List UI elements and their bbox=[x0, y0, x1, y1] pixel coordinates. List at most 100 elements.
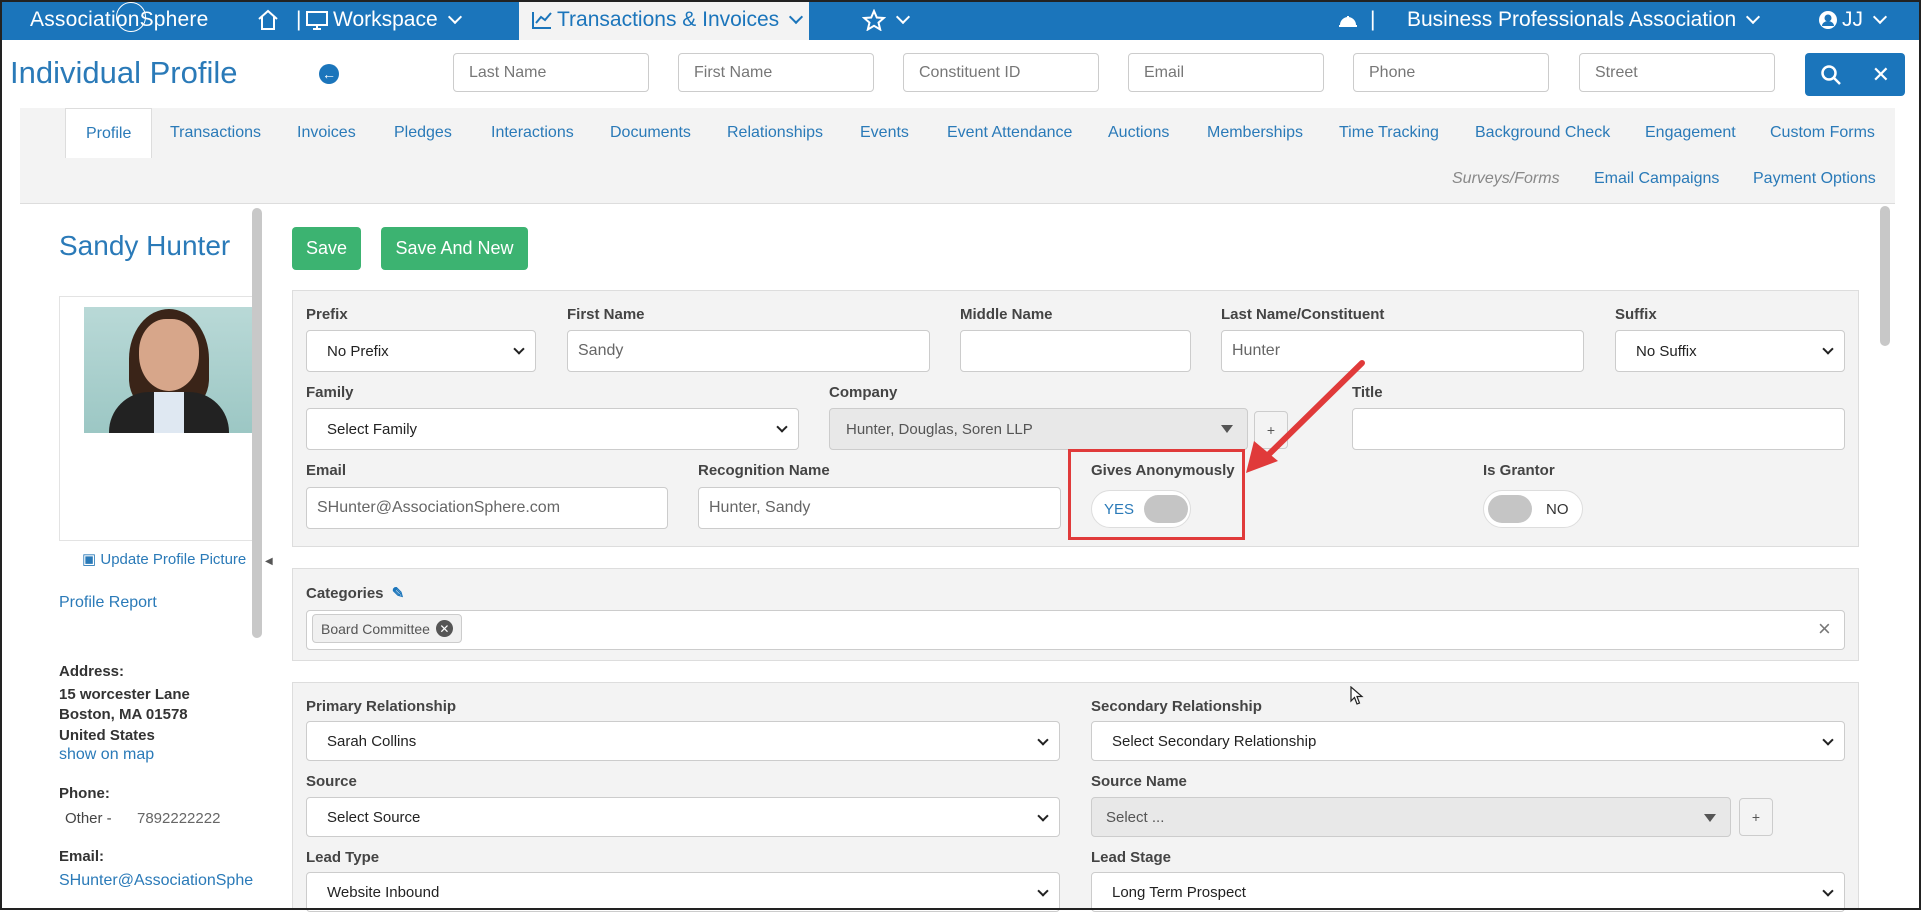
main-scrollbar[interactable] bbox=[1880, 206, 1890, 346]
company-value: Hunter, Douglas, Soren LLP bbox=[846, 420, 1033, 438]
home-icon[interactable] bbox=[256, 0, 280, 40]
chevron-down-icon bbox=[895, 9, 911, 25]
remove-chip-icon[interactable]: ✕ bbox=[435, 620, 453, 637]
email-link[interactable]: SHunter@AssociationSphe bbox=[59, 872, 254, 890]
lead-stage-label: Lead Stage bbox=[1091, 849, 1172, 866]
favorites-menu[interactable] bbox=[862, 0, 911, 40]
tab-surveys-forms[interactable]: Surveys/Forms bbox=[1452, 170, 1560, 188]
tab-engagement[interactable]: Engagement bbox=[1645, 108, 1736, 158]
last-name-search-input[interactable]: Last Name bbox=[453, 53, 649, 92]
photo-face bbox=[139, 319, 199, 391]
back-arrow-icon[interactable]: ← bbox=[319, 64, 339, 84]
suffix-select[interactable]: No Suffix bbox=[1615, 330, 1845, 372]
source-name-label: Source Name bbox=[1091, 773, 1187, 790]
street-search-input[interactable]: Street bbox=[1579, 53, 1775, 92]
categories-label-text: Categories bbox=[306, 585, 384, 602]
prefix-select[interactable]: No Prefix bbox=[306, 330, 536, 372]
chevron-down-icon bbox=[1037, 810, 1049, 822]
tab-auctions[interactable]: Auctions bbox=[1108, 108, 1169, 158]
search-icon[interactable] bbox=[1820, 64, 1842, 86]
transactions-invoices-menu[interactable]: Transactions & Invoices bbox=[519, 0, 809, 40]
title-field[interactable] bbox=[1352, 408, 1845, 450]
email-search-input[interactable]: Email bbox=[1128, 53, 1324, 92]
camera-icon: ▣ bbox=[82, 551, 97, 568]
add-source-name-button[interactable]: + bbox=[1739, 798, 1773, 836]
middle-name-field[interactable] bbox=[960, 330, 1191, 372]
recognition-name-field[interactable]: Hunter, Sandy bbox=[698, 487, 1061, 529]
secondary-relationship-label: Secondary Relationship bbox=[1091, 698, 1262, 715]
email-field[interactable]: SHunter@AssociationSphere.com bbox=[306, 487, 668, 529]
first-name-label: First Name bbox=[567, 306, 645, 323]
secondary-relationship-select[interactable]: Select Secondary Relationship bbox=[1091, 721, 1845, 761]
tab-memberships[interactable]: Memberships bbox=[1207, 108, 1303, 158]
is-grantor-toggle[interactable]: NO bbox=[1483, 490, 1583, 528]
tab-interactions[interactable]: Interactions bbox=[491, 108, 574, 158]
lead-stage-value: Long Term Prospect bbox=[1112, 883, 1246, 901]
tab-time-tracking[interactable]: Time Tracking bbox=[1339, 108, 1439, 158]
tab-custom-forms[interactable]: Custom Forms bbox=[1770, 108, 1875, 158]
tab-profile[interactable]: Profile bbox=[65, 108, 153, 158]
photo-shirt bbox=[154, 392, 184, 433]
source-select[interactable]: Select Source bbox=[306, 797, 1060, 837]
primary-relationship-value: Sarah Collins bbox=[327, 732, 417, 750]
recognition-name-label: Recognition Name bbox=[698, 462, 830, 479]
update-profile-picture-link[interactable]: ▣ Update Profile Picture bbox=[82, 550, 246, 568]
caret-down-icon bbox=[1221, 425, 1233, 433]
chevron-down-icon bbox=[1822, 734, 1834, 746]
family-select[interactable]: Select Family bbox=[306, 408, 799, 450]
tab-email-campaigns[interactable]: Email Campaigns bbox=[1594, 170, 1719, 188]
tab-pledges[interactable]: Pledges bbox=[394, 108, 452, 158]
bell-service-icon[interactable] bbox=[1336, 0, 1360, 40]
tab-events[interactable]: Events bbox=[860, 108, 909, 158]
source-name-select[interactable]: Select ... bbox=[1091, 797, 1731, 837]
phone-type: Other - bbox=[65, 810, 112, 827]
tab-documents[interactable]: Documents bbox=[610, 108, 691, 158]
profile-report-link[interactable]: Profile Report bbox=[59, 594, 157, 612]
workspace-menu[interactable]: Workspace bbox=[305, 0, 462, 40]
lead-type-select[interactable]: Website Inbound bbox=[306, 872, 1060, 912]
first-name-search-input[interactable]: First Name bbox=[678, 53, 874, 92]
profile-picture bbox=[84, 307, 253, 433]
category-chip-label: Board Committee bbox=[321, 620, 430, 637]
tab-payment-options[interactable]: Payment Options bbox=[1753, 170, 1876, 188]
person-name: Sandy Hunter bbox=[59, 230, 231, 261]
lead-type-value: Website Inbound bbox=[327, 883, 440, 901]
company-select[interactable]: Hunter, Douglas, Soren LLP bbox=[829, 408, 1248, 450]
globe-icon bbox=[116, 2, 146, 32]
collapse-panel-icon[interactable]: ◀ bbox=[265, 556, 273, 567]
save-button[interactable]: Save bbox=[292, 227, 361, 270]
annotation-highlight-box bbox=[1068, 449, 1245, 540]
tab-transactions[interactable]: Transactions bbox=[170, 108, 261, 158]
email-field-label: Email bbox=[306, 462, 347, 479]
chevron-down-icon bbox=[776, 421, 788, 433]
show-on-map-link[interactable]: show on map bbox=[59, 746, 154, 764]
phone-label: Phone: bbox=[59, 785, 110, 802]
edit-icon[interactable]: ✎ bbox=[392, 585, 405, 602]
close-icon[interactable]: ✕ bbox=[1872, 62, 1890, 88]
chevron-down-icon bbox=[1037, 885, 1049, 897]
user-initials: JJ bbox=[1842, 8, 1863, 31]
first-name-field[interactable]: Sandy bbox=[567, 330, 930, 372]
user-menu[interactable]: JJ bbox=[1818, 0, 1888, 40]
tab-event-attendance[interactable]: Event Attendance bbox=[947, 108, 1072, 158]
tab-relationships[interactable]: Relationships bbox=[727, 108, 823, 158]
chevron-down-icon bbox=[1822, 343, 1834, 355]
phone-search-input[interactable]: Phone bbox=[1353, 53, 1549, 92]
chevron-down-icon bbox=[1872, 9, 1888, 25]
tab-background-check[interactable]: Background Check bbox=[1475, 108, 1610, 158]
categories-field[interactable] bbox=[306, 610, 1845, 650]
primary-relationship-select[interactable]: Sarah Collins bbox=[306, 721, 1060, 761]
organization-menu[interactable]: Business Professionals Association bbox=[1407, 0, 1761, 40]
tab-invoices[interactable]: Invoices bbox=[297, 108, 356, 158]
clear-categories-icon[interactable]: × bbox=[1818, 616, 1831, 642]
lead-stage-select[interactable]: Long Term Prospect bbox=[1091, 872, 1845, 912]
save-and-new-button[interactable]: Save And New bbox=[381, 227, 528, 270]
constituent-id-search-input[interactable]: Constituent ID bbox=[903, 53, 1099, 92]
profile-tabs: Profile Transactions Invoices Pledges In… bbox=[20, 108, 1895, 204]
update-profile-picture-label: Update Profile Picture bbox=[100, 551, 247, 568]
user-circle-icon bbox=[1819, 11, 1837, 29]
left-scrollbar[interactable] bbox=[252, 208, 262, 638]
app-logo[interactable]: AssociationSphere bbox=[30, 0, 209, 40]
address-line-3: United States bbox=[59, 727, 155, 744]
primary-relationship-label: Primary Relationship bbox=[306, 698, 457, 715]
